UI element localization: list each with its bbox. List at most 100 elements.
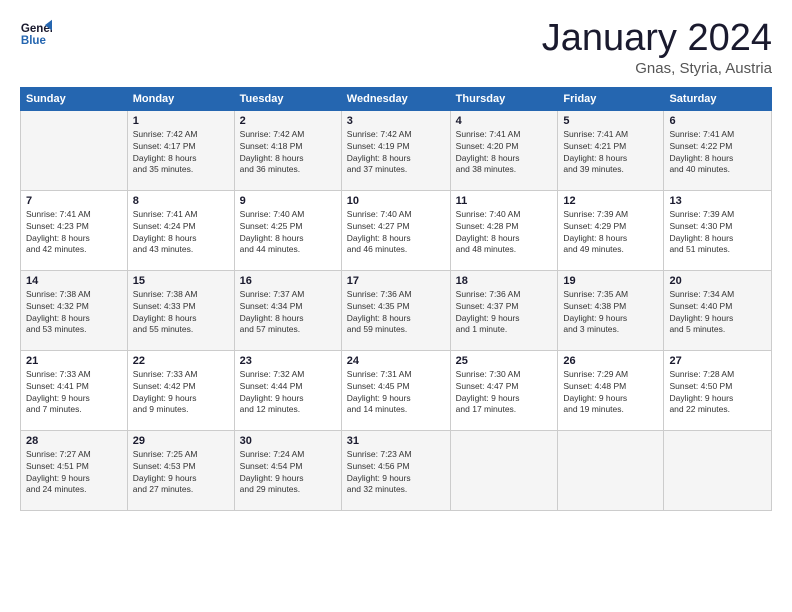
day-info: Sunrise: 7:40 AM Sunset: 4:25 PM Dayligh… — [240, 209, 336, 257]
day-number: 26 — [563, 355, 658, 367]
day-info: Sunrise: 7:36 AM Sunset: 4:35 PM Dayligh… — [347, 289, 445, 337]
day-info: Sunrise: 7:23 AM Sunset: 4:56 PM Dayligh… — [347, 449, 445, 497]
day-info: Sunrise: 7:41 AM Sunset: 4:23 PM Dayligh… — [26, 209, 122, 257]
day-info: Sunrise: 7:25 AM Sunset: 4:53 PM Dayligh… — [133, 449, 229, 497]
day-number: 24 — [347, 355, 445, 367]
day-number: 4 — [456, 115, 553, 127]
calendar-cell: 31 Sunrise: 7:23 AM Sunset: 4:56 PM Dayli… — [341, 430, 450, 510]
calendar-week-5: 28 Sunrise: 7:27 AM Sunset: 4:51 PM Dayli… — [21, 430, 772, 510]
day-info: Sunrise: 7:36 AM Sunset: 4:37 PM Dayligh… — [456, 289, 553, 337]
day-number: 27 — [669, 355, 766, 367]
calendar-week-4: 21Sunrise: 7:33 AM Sunset: 4:41 PM Dayli… — [21, 350, 772, 430]
calendar-week-3: 14 Sunrise: 7:38 AM Sunset: 4:32 PM Dayli… — [21, 270, 772, 350]
day-number: 17 — [347, 275, 445, 287]
col-tuesday: Tuesday — [234, 87, 341, 110]
day-number: 25 — [456, 355, 553, 367]
day-info: Sunrise: 7:32 AM Sunset: 4:44 PM Dayligh… — [240, 369, 336, 417]
day-number: 15 — [133, 275, 229, 287]
calendar-cell: 3 Sunrise: 7:42 AM Sunset: 4:19 PM Daylig… — [341, 110, 450, 190]
day-info: Sunrise: 7:33 AM Sunset: 4:41 PM Dayligh… — [26, 369, 122, 417]
day-number: 30 — [240, 435, 336, 447]
calendar-cell: 7 Sunrise: 7:41 AM Sunset: 4:23 PM Daylig… — [21, 190, 128, 270]
day-info: Sunrise: 7:42 AM Sunset: 4:17 PM Dayligh… — [133, 129, 229, 177]
day-info: Sunrise: 7:34 AM Sunset: 4:40 PM Dayligh… — [669, 289, 766, 337]
day-number: 7 — [26, 195, 122, 207]
title-block: January 2024 Gnas, Styria, Austria — [542, 18, 772, 77]
month-title: January 2024 — [542, 18, 772, 60]
calendar-cell: 12 Sunrise: 7:39 AM Sunset: 4:29 PM Dayli… — [558, 190, 664, 270]
calendar-cell: 29Sunrise: 7:25 AM Sunset: 4:53 PM Dayli… — [127, 430, 234, 510]
calendar-cell: 8 Sunrise: 7:41 AM Sunset: 4:24 PM Daylig… — [127, 190, 234, 270]
logo-icon: General Blue — [20, 18, 52, 50]
calendar-cell: 14 Sunrise: 7:38 AM Sunset: 4:32 PM Dayli… — [21, 270, 128, 350]
svg-text:Blue: Blue — [21, 35, 47, 47]
calendar-cell: 18 Sunrise: 7:36 AM Sunset: 4:37 PM Dayli… — [450, 270, 558, 350]
calendar-cell — [450, 430, 558, 510]
day-number: 20 — [669, 275, 766, 287]
calendar-cell: 9 Sunrise: 7:40 AM Sunset: 4:25 PM Daylig… — [234, 190, 341, 270]
calendar-cell: 16Sunrise: 7:37 AM Sunset: 4:34 PM Dayli… — [234, 270, 341, 350]
day-info: Sunrise: 7:42 AM Sunset: 4:18 PM Dayligh… — [240, 129, 336, 177]
calendar-cell: 1 Sunrise: 7:42 AM Sunset: 4:17 PM Daylig… — [127, 110, 234, 190]
calendar-cell: 2 Sunrise: 7:42 AM Sunset: 4:18 PM Daylig… — [234, 110, 341, 190]
day-number: 8 — [133, 195, 229, 207]
calendar-cell: 25 Sunrise: 7:30 AM Sunset: 4:47 PM Dayli… — [450, 350, 558, 430]
col-wednesday: Wednesday — [341, 87, 450, 110]
day-number: 18 — [456, 275, 553, 287]
day-number: 14 — [26, 275, 122, 287]
day-number: 6 — [669, 115, 766, 127]
day-info: Sunrise: 7:41 AM Sunset: 4:20 PM Dayligh… — [456, 129, 553, 177]
calendar-cell: 21Sunrise: 7:33 AM Sunset: 4:41 PM Dayli… — [21, 350, 128, 430]
calendar-cell — [558, 430, 664, 510]
calendar-cell: 27 Sunrise: 7:28 AM Sunset: 4:50 PM Dayli… — [664, 350, 772, 430]
day-info: Sunrise: 7:39 AM Sunset: 4:29 PM Dayligh… — [563, 209, 658, 257]
calendar-cell: 24Sunrise: 7:31 AM Sunset: 4:45 PM Dayli… — [341, 350, 450, 430]
calendar-cell: 10 Sunrise: 7:40 AM Sunset: 4:27 PM Dayli… — [341, 190, 450, 270]
day-info: Sunrise: 7:38 AM Sunset: 4:32 PM Dayligh… — [26, 289, 122, 337]
day-number: 1 — [133, 115, 229, 127]
calendar-week-2: 7 Sunrise: 7:41 AM Sunset: 4:23 PM Daylig… — [21, 190, 772, 270]
page: General Blue January 2024 Gnas, Styria, … — [0, 0, 792, 521]
calendar-cell: 15 Sunrise: 7:38 AM Sunset: 4:33 PM Dayli… — [127, 270, 234, 350]
day-number: 23 — [240, 355, 336, 367]
day-info: Sunrise: 7:40 AM Sunset: 4:28 PM Dayligh… — [456, 209, 553, 257]
day-number: 3 — [347, 115, 445, 127]
calendar-cell: 19 Sunrise: 7:35 AM Sunset: 4:38 PM Dayli… — [558, 270, 664, 350]
calendar-cell — [21, 110, 128, 190]
day-info: Sunrise: 7:40 AM Sunset: 4:27 PM Dayligh… — [347, 209, 445, 257]
day-info: Sunrise: 7:41 AM Sunset: 4:24 PM Dayligh… — [133, 209, 229, 257]
day-number: 28 — [26, 435, 122, 447]
day-number: 31 — [347, 435, 445, 447]
col-thursday: Thursday — [450, 87, 558, 110]
day-number: 19 — [563, 275, 658, 287]
day-info: Sunrise: 7:27 AM Sunset: 4:51 PM Dayligh… — [26, 449, 122, 497]
location-subtitle: Gnas, Styria, Austria — [542, 60, 772, 77]
day-number: 10 — [347, 195, 445, 207]
col-saturday: Saturday — [664, 87, 772, 110]
day-number: 2 — [240, 115, 336, 127]
calendar-cell: 13Sunrise: 7:39 AM Sunset: 4:30 PM Dayli… — [664, 190, 772, 270]
day-info: Sunrise: 7:35 AM Sunset: 4:38 PM Dayligh… — [563, 289, 658, 337]
calendar-cell: 17 Sunrise: 7:36 AM Sunset: 4:35 PM Dayli… — [341, 270, 450, 350]
day-number: 12 — [563, 195, 658, 207]
calendar-cell: 4 Sunrise: 7:41 AM Sunset: 4:20 PM Daylig… — [450, 110, 558, 190]
day-info: Sunrise: 7:42 AM Sunset: 4:19 PM Dayligh… — [347, 129, 445, 177]
day-info: Sunrise: 7:37 AM Sunset: 4:34 PM Dayligh… — [240, 289, 336, 337]
col-monday: Monday — [127, 87, 234, 110]
calendar-cell — [664, 430, 772, 510]
day-number: 11 — [456, 195, 553, 207]
day-info: Sunrise: 7:28 AM Sunset: 4:50 PM Dayligh… — [669, 369, 766, 417]
header: General Blue January 2024 Gnas, Styria, … — [20, 18, 772, 77]
header-row: Sunday Monday Tuesday Wednesday Thursday… — [21, 87, 772, 110]
logo: General Blue — [20, 18, 52, 50]
day-info: Sunrise: 7:30 AM Sunset: 4:47 PM Dayligh… — [456, 369, 553, 417]
day-number: 9 — [240, 195, 336, 207]
calendar-week-1: 1 Sunrise: 7:42 AM Sunset: 4:17 PM Daylig… — [21, 110, 772, 190]
day-info: Sunrise: 7:24 AM Sunset: 4:54 PM Dayligh… — [240, 449, 336, 497]
day-number: 22 — [133, 355, 229, 367]
day-info: Sunrise: 7:29 AM Sunset: 4:48 PM Dayligh… — [563, 369, 658, 417]
calendar-table: Sunday Monday Tuesday Wednesday Thursday… — [20, 87, 772, 511]
calendar-cell: 30 Sunrise: 7:24 AM Sunset: 4:54 PM Dayli… — [234, 430, 341, 510]
day-info: Sunrise: 7:38 AM Sunset: 4:33 PM Dayligh… — [133, 289, 229, 337]
day-number: 5 — [563, 115, 658, 127]
